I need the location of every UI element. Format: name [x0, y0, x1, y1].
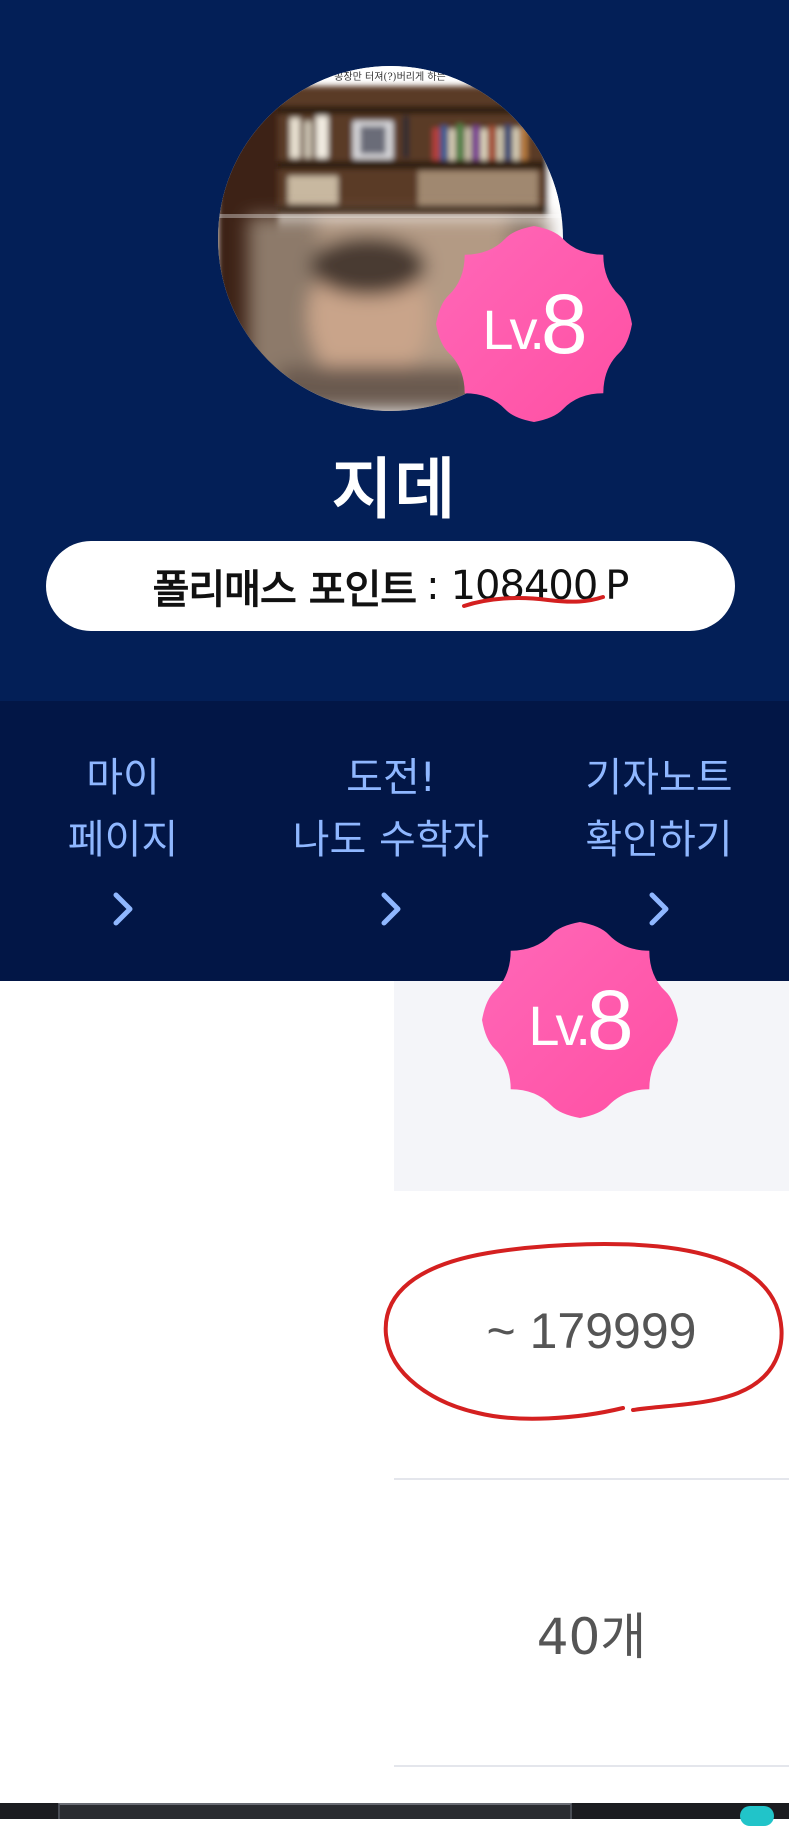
- table-divider: [394, 1765, 789, 1767]
- chevron-right-icon: [381, 892, 401, 926]
- avatar-caption: 공장만 터져(?)버리게 하는: [334, 70, 446, 83]
- level-number: 8: [586, 972, 634, 1067]
- points-display: 폴리매스 포인트 : 108400 P: [46, 541, 735, 631]
- bottom-tab[interactable]: [58, 1803, 572, 1819]
- level-prefix: Lv.: [482, 297, 545, 361]
- nav-challenge-mathematician[interactable]: 도전! 나도 수학자: [271, 747, 511, 929]
- profile-header: 공장만 터져(?)버리게 하는 Lv. 8 지데 폴리매스 포인트 : 1084…: [0, 0, 789, 701]
- level-badge: Lv. 8: [436, 226, 632, 422]
- nav-label-line1: 마이: [86, 755, 160, 801]
- count-value: 40개: [536, 1608, 647, 1666]
- nav-label-line2: 나도 수학자: [292, 817, 490, 863]
- points-label: 폴리매스 포인트: [152, 567, 418, 613]
- bottom-indicator[interactable]: [740, 1806, 774, 1826]
- nav-label-line2: 확인하기: [585, 817, 733, 863]
- nav-label-line1: 도전!: [346, 755, 436, 801]
- points-separator: :: [426, 563, 440, 609]
- nav-my-page[interactable]: 마이 페이지: [3, 747, 243, 929]
- nav-label-line2: 페이지: [67, 817, 179, 863]
- red-underline-annotation: [462, 595, 605, 608]
- red-circle-annotation: [383, 1242, 784, 1421]
- level-prefix: Lv.: [528, 993, 591, 1057]
- table-divider: [394, 1478, 789, 1480]
- chevron-right-icon: [113, 892, 133, 926]
- user-name: 지데: [331, 451, 458, 528]
- level-badge: Lv. 8: [482, 922, 678, 1118]
- nav-label-line1: 기자노트: [585, 755, 733, 801]
- points-unit: P: [605, 563, 629, 609]
- level-number: 8: [540, 276, 588, 371]
- nav-reporter-note[interactable]: 기자노트 확인하기: [539, 747, 779, 929]
